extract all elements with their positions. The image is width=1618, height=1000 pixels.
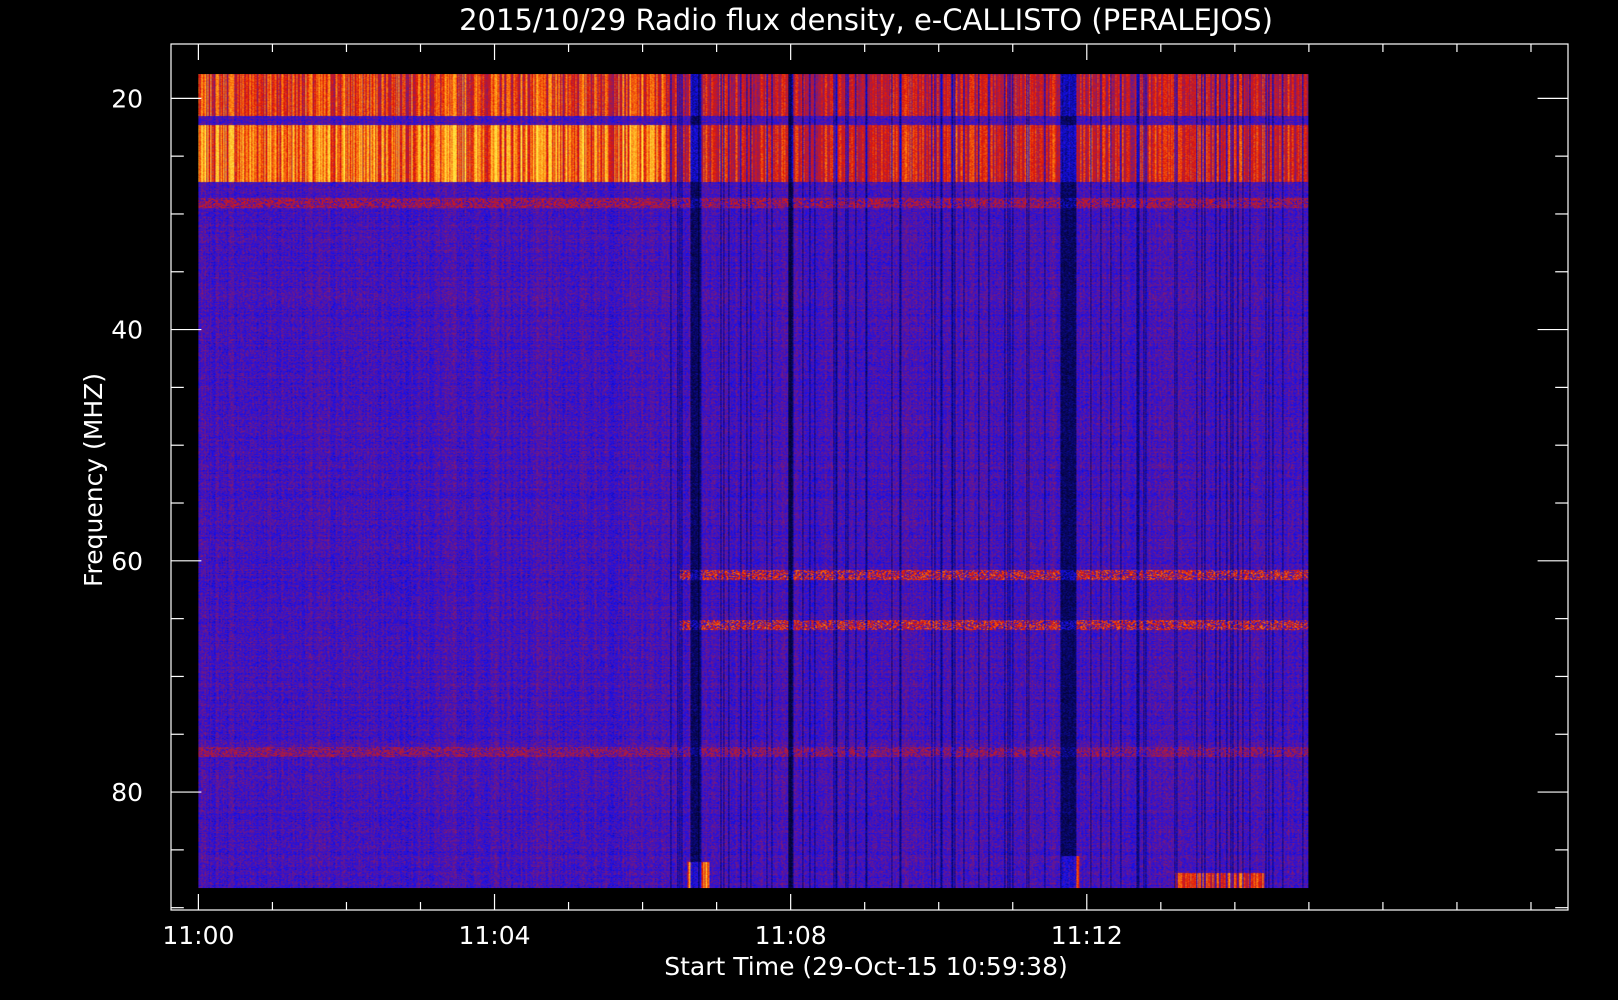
x-tick-label: 11:04 — [459, 921, 531, 950]
x-axis-label: Start Time (29-Oct-15 10:59:38) — [664, 952, 1067, 981]
y-tick-label: 60 — [111, 547, 143, 576]
spectrogram-chart: 2015/10/29 Radio flux density, e-CALLIST… — [0, 0, 1618, 1000]
x-tick-label: 11:08 — [755, 921, 827, 950]
y-axis-label: Frequency (MHZ) — [79, 373, 108, 587]
spectrogram-image — [198, 74, 1309, 889]
x-tick-label: 11:00 — [162, 921, 234, 950]
chart-title: 2015/10/29 Radio flux density, e-CALLIST… — [459, 3, 1273, 37]
x-tick-label: 11:12 — [1051, 921, 1123, 950]
y-tick-label: 20 — [111, 84, 143, 113]
y-tick-label: 40 — [111, 316, 143, 345]
y-tick-label: 80 — [111, 778, 143, 807]
heatmap-image — [198, 74, 1309, 889]
